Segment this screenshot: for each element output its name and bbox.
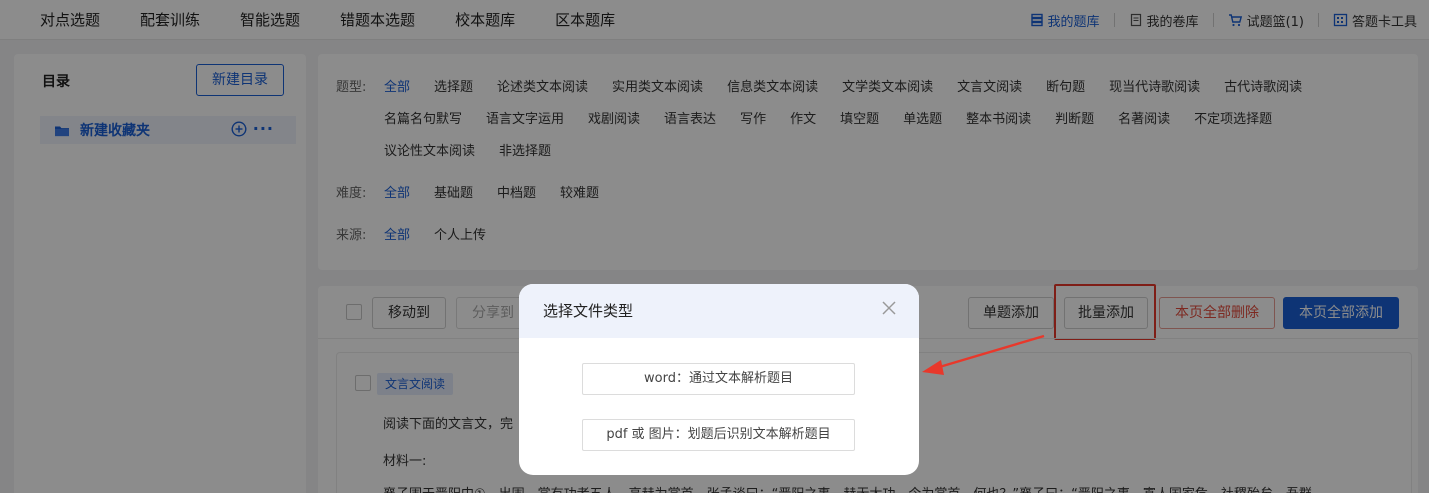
dialog-title: 选择文件类型 [543,302,634,320]
close-icon[interactable] [881,300,897,316]
file-type-dialog: 选择文件类型 word：通过文本解析题目 pdf 或 图片：划题后识别文本解析题… [519,284,919,475]
pdf-image-option-button[interactable]: pdf 或 图片：划题后识别文本解析题目 [582,419,855,451]
dialog-header: 选择文件类型 [519,284,919,338]
word-option-button[interactable]: word：通过文本解析题目 [582,363,855,395]
